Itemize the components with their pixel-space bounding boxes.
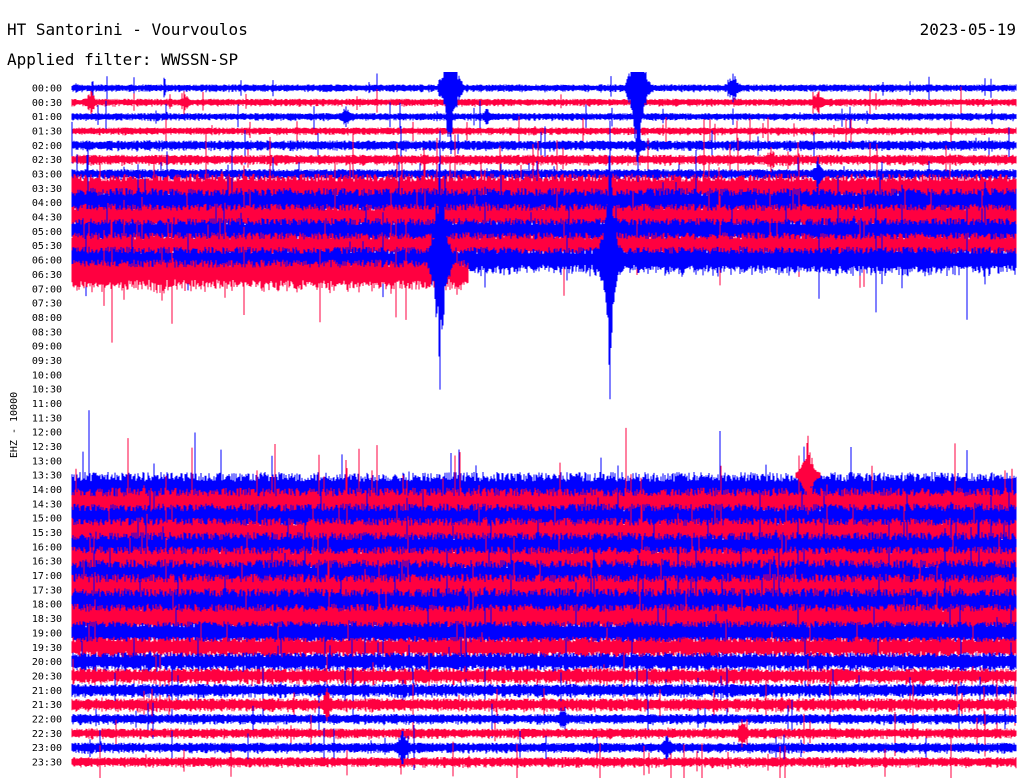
time-tick-label: 14:00: [32, 485, 62, 496]
time-tick-label: 01:00: [32, 112, 62, 123]
time-tick-label: 15:30: [32, 528, 62, 539]
time-tick-label: 16:30: [32, 557, 62, 568]
time-tick-label: 05:00: [32, 227, 62, 238]
time-tick-label: 21:00: [32, 686, 62, 697]
time-tick-label: 12:30: [32, 442, 62, 453]
time-tick-label: 20:30: [32, 671, 62, 682]
time-tick-label: 17:00: [32, 571, 62, 582]
event-burst: [78, 90, 104, 114]
time-tick-label: 06:00: [32, 256, 62, 267]
time-tick-label: 11:30: [32, 413, 62, 424]
station-title: HT Santorini - Vourvoulos: [7, 20, 248, 39]
channel-label: EHZ - 10000: [9, 392, 20, 458]
time-tick-label: 12:00: [32, 428, 62, 439]
event-burst: [625, 138, 651, 153]
time-tick-label: 16:00: [32, 542, 62, 553]
time-tick-label: 17:30: [32, 585, 62, 596]
time-tick-label: 20:00: [32, 657, 62, 668]
time-tick-label: 03:30: [32, 184, 62, 195]
time-tick-label: 15:00: [32, 514, 62, 525]
time-tick-label: 13:30: [32, 471, 62, 482]
time-tick-label: 02:00: [32, 141, 62, 152]
time-tick-label: 21:30: [32, 700, 62, 711]
event-burst: [625, 72, 651, 182]
helicorder-plot: HT Santorini - Vourvoulos 2023-05-19 App…: [7, 20, 1017, 778]
time-tick-label: 00:30: [32, 98, 62, 109]
time-tick-label: 09:30: [32, 356, 62, 367]
time-tick-label: 19:00: [32, 628, 62, 639]
time-tick-label: 10:00: [32, 370, 62, 381]
time-tick-label: 18:30: [32, 614, 62, 625]
time-tick-label: 00:00: [32, 84, 62, 95]
time-tick-label: 09:00: [32, 342, 62, 353]
time-tick-label: 07:30: [32, 299, 62, 310]
event-burst: [474, 108, 500, 125]
time-tick-label: 08:30: [32, 327, 62, 338]
time-tick-label: 08:00: [32, 313, 62, 324]
time-tick-label: 19:30: [32, 643, 62, 654]
time-tick-label: 23:30: [32, 758, 62, 769]
event-burst: [550, 708, 576, 730]
event-burst: [172, 94, 198, 111]
event-burst: [333, 106, 359, 127]
event-burst: [427, 130, 453, 390]
time-tick-label: 22:00: [32, 715, 62, 726]
trace-row: [71, 73, 1017, 101]
event-burst: [654, 735, 680, 760]
time-tick-label: 11:00: [32, 399, 62, 410]
event-burst: [805, 91, 831, 114]
event-burst: [720, 73, 746, 103]
time-tick-label: 14:30: [32, 499, 62, 510]
time-tick-label: 23:00: [32, 743, 62, 754]
date-label: 2023-05-19: [920, 20, 1016, 39]
time-tick-label: 04:00: [32, 198, 62, 209]
time-tick-label: 22:30: [32, 729, 62, 740]
time-tick-label: 01:30: [32, 127, 62, 138]
time-tick-label: 06:30: [32, 270, 62, 281]
time-tick-label: 02:30: [32, 155, 62, 166]
time-tick-label: 04:30: [32, 213, 62, 224]
time-tick-label: 05:30: [32, 241, 62, 252]
time-tick-label: 13:00: [32, 456, 62, 467]
trace-layer: [71, 73, 1017, 778]
time-tick-label: 03:00: [32, 170, 62, 181]
time-tick-label: 10:30: [32, 385, 62, 396]
event-burst: [758, 147, 784, 173]
time-axis: 00:00 00:30 01:00 01:30 02:00 02:30 03:00 03:30…: [32, 84, 62, 769]
filter-label: Applied filter: WWSSN-SP: [7, 50, 238, 69]
time-tick-label: 07:00: [32, 284, 62, 295]
time-tick-label: 18:00: [32, 600, 62, 611]
